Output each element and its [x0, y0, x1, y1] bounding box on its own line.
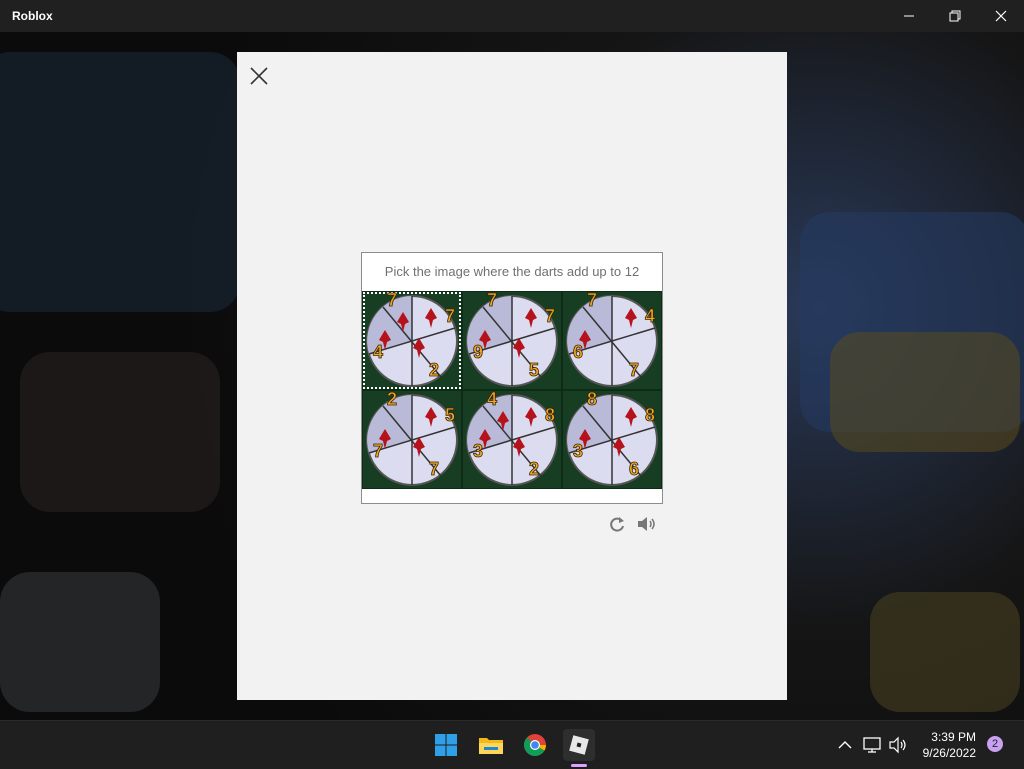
tile-number: 2: [387, 391, 397, 409]
captcha-tile[interactable]: 7 4 6 7: [562, 291, 662, 390]
tile-number: 3: [573, 441, 583, 461]
restore-icon: [949, 10, 961, 22]
tile-number: 5: [529, 360, 539, 380]
tile-number: 7: [429, 459, 439, 479]
restore-button[interactable]: [932, 0, 978, 32]
windows-start-icon: [435, 734, 457, 756]
tile-number: 9: [473, 342, 483, 362]
chrome-button[interactable]: [519, 729, 551, 761]
captcha-tile[interactable]: 7 7 4 2: [362, 291, 462, 390]
clock-date[interactable]: 9/26/2022: [900, 746, 976, 760]
tile-number: 4: [645, 306, 655, 326]
dialog-close-button[interactable]: [249, 66, 269, 86]
minimize-icon: [904, 15, 914, 17]
tile-number: 5: [445, 405, 455, 425]
close-window-icon: [995, 10, 1007, 22]
tile-number: 7: [487, 292, 497, 310]
notification-badge[interactable]: 2: [987, 736, 1003, 752]
show-hidden-icons-button[interactable]: [834, 729, 856, 761]
tile-number: 7: [629, 360, 639, 380]
tile-number: 4: [373, 342, 383, 362]
audio-button[interactable]: [636, 515, 658, 533]
dartboard-image: 7 4 6 7: [566, 292, 658, 387]
dartboard-image: 2 5 7 7: [366, 391, 458, 486]
speaker-icon: [638, 517, 655, 531]
window-title: Roblox: [12, 9, 53, 23]
tile-number: 7: [545, 306, 555, 326]
tile-number: 6: [573, 342, 583, 362]
file-explorer-button[interactable]: [475, 729, 507, 761]
window-titlebar: Roblox: [0, 0, 1024, 32]
dartboard-image: 7 7 4 2: [366, 292, 458, 387]
captcha-prompt: Pick the image where the darts add up to…: [384, 264, 640, 279]
network-button[interactable]: [860, 729, 886, 761]
roblox-button[interactable]: [563, 729, 595, 761]
tile-number: 2: [529, 459, 539, 479]
tile-number: 6: [629, 459, 639, 479]
minimize-button[interactable]: [886, 0, 932, 32]
close-window-button[interactable]: [978, 0, 1024, 32]
tile-number: 8: [545, 405, 555, 425]
tile-number: 2: [429, 360, 439, 380]
captcha-tile[interactable]: 8 8 3 6: [562, 390, 662, 489]
file-explorer-icon: [479, 738, 503, 754]
tile-number: 8: [587, 391, 597, 409]
dartboard-image: 4 8 3 2: [466, 391, 558, 486]
chevron-up-icon: [838, 741, 852, 749]
tile-number: 7: [387, 292, 397, 310]
taskbar: 3:39 PM 9/26/2022: [0, 720, 1024, 769]
active-app-indicator: [571, 764, 587, 767]
refresh-icon: [610, 517, 624, 532]
start-button[interactable]: [430, 729, 462, 761]
tile-number: 7: [445, 306, 455, 326]
roblox-icon: [569, 735, 589, 755]
tile-number: 3: [473, 441, 483, 461]
network-icon: [863, 737, 881, 753]
dartboard-image: 8 8 3 6: [566, 391, 658, 486]
tile-number: 7: [587, 292, 597, 310]
tile-number: 8: [645, 405, 655, 425]
captcha-tile[interactable]: 4 8 3 2: [462, 390, 562, 489]
tile-number: 4: [487, 391, 497, 409]
refresh-button[interactable]: [608, 515, 626, 533]
chrome-icon: [524, 734, 546, 756]
dartboard-image: 7 7 9 5: [466, 292, 558, 387]
captcha-tile[interactable]: 7 7 9 5: [462, 291, 562, 390]
captcha-tile-grid: 774277957467257748328836: [362, 291, 662, 489]
close-icon: [250, 67, 268, 85]
captcha-challenge: Pick the image where the darts add up to…: [361, 252, 663, 504]
clock-time[interactable]: 3:39 PM: [910, 730, 976, 744]
tile-number: 7: [373, 441, 383, 461]
captcha-tile[interactable]: 2 5 7 7: [362, 390, 462, 489]
